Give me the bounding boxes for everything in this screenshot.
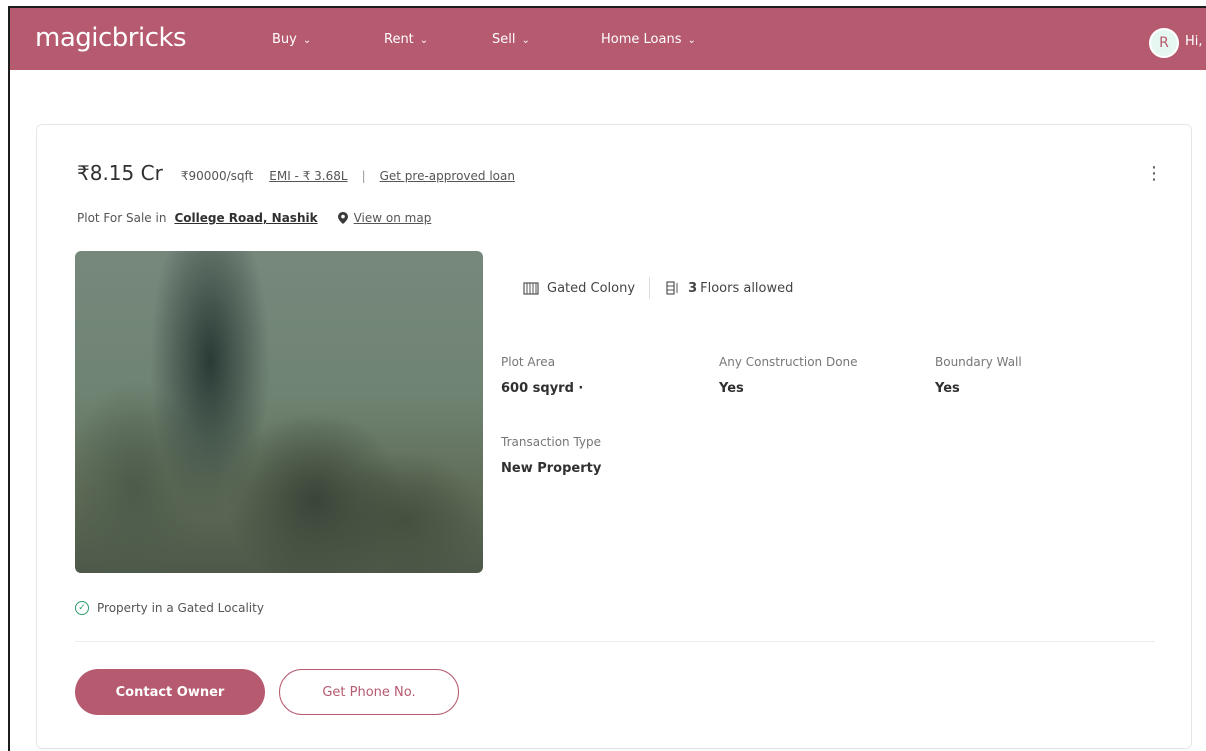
emi-link[interactable]: EMI - ₹ 3.68L xyxy=(269,169,347,183)
nav-rent-label: Rent xyxy=(384,31,414,47)
map-pin-icon xyxy=(337,212,348,224)
property-photo[interactable] xyxy=(75,251,483,573)
card-divider xyxy=(75,641,1155,642)
user-avatar[interactable]: R xyxy=(1149,28,1179,58)
chevron-down-icon: ⌄ xyxy=(687,34,696,46)
nav-home-loans[interactable]: Home Loans ⌄ xyxy=(601,32,696,47)
top-navigation-bar: magicbricks Buy ⌄ Rent ⌄ Sell ⌄ Home Loa… xyxy=(10,8,1206,70)
contact-owner-button[interactable]: Contact Owner xyxy=(75,669,265,715)
price-row: ₹8.15 Cr ₹90000/sqft EMI - ₹ 3.68L | Get… xyxy=(77,161,515,185)
browser-viewport: magicbricks Buy ⌄ Rent ⌄ Sell ⌄ Home Loa… xyxy=(8,6,1206,751)
boundary-wall-label: Boundary Wall xyxy=(935,355,1022,369)
gated-colony-label: Gated Colony xyxy=(547,280,636,296)
construction-done-label: Any Construction Done xyxy=(719,355,858,369)
chevron-down-icon: ⌄ xyxy=(521,34,530,46)
chevron-down-icon: ⌄ xyxy=(302,34,312,46)
price-per-sqft: ₹90000/sqft xyxy=(180,169,254,183)
plot-area-label: Plot Area xyxy=(501,355,556,369)
gated-locality-text: Property in a Gated Locality xyxy=(97,601,264,615)
property-price: ₹8.15 Cr xyxy=(77,161,163,185)
pre-approved-loan-link[interactable]: Get pre-approved loan xyxy=(380,169,515,183)
nav-sell-label: Sell xyxy=(492,31,516,47)
boundary-wall-value: Yes xyxy=(935,381,960,396)
floors-icon xyxy=(666,281,678,295)
property-listing-card: ₹8.15 Cr ₹90000/sqft EMI - ₹ 3.68L | Get… xyxy=(36,124,1192,749)
nav-sell[interactable]: Sell ⌄ xyxy=(492,32,530,47)
floors-label: Floors allowed xyxy=(700,280,794,296)
user-greeting[interactable]: Hi, xyxy=(1185,34,1203,49)
feature-tags: Gated Colony 3 Floors allowed xyxy=(523,277,793,299)
check-circle-icon: ✓ xyxy=(75,601,89,615)
nav-buy[interactable]: Buy ⌄ xyxy=(272,32,311,47)
transaction-type-value: New Property xyxy=(501,461,602,476)
chevron-down-icon: ⌄ xyxy=(419,34,429,46)
construction-done-value: Yes xyxy=(719,381,744,396)
transaction-type-label: Transaction Type xyxy=(501,435,602,449)
kebab-icon[interactable]: ⋮ xyxy=(1145,165,1163,183)
get-phone-button[interactable]: Get Phone No. xyxy=(279,669,459,715)
gated-locality-highlight: ✓ Property in a Gated Locality xyxy=(75,601,264,615)
nav-home-loans-label: Home Loans xyxy=(601,31,682,47)
listing-subtitle: Plot For Sale in College Road, Nashik Vi… xyxy=(77,211,431,225)
listing-type: Plot For Sale in xyxy=(77,211,167,225)
feature-divider xyxy=(649,277,651,299)
nav-rent[interactable]: Rent ⌄ xyxy=(384,32,428,47)
separator: | xyxy=(361,169,366,183)
magicbricks-logo[interactable]: magicbricks xyxy=(35,23,187,53)
view-on-map-link[interactable]: View on map xyxy=(354,211,432,225)
gated-colony-icon xyxy=(523,282,539,295)
nav-buy-label: Buy xyxy=(272,31,297,47)
locality-link[interactable]: College Road, Nashik xyxy=(174,211,317,225)
floors-count: 3 xyxy=(688,280,698,296)
plot-area-value: 600 sqyrd · xyxy=(501,381,584,396)
